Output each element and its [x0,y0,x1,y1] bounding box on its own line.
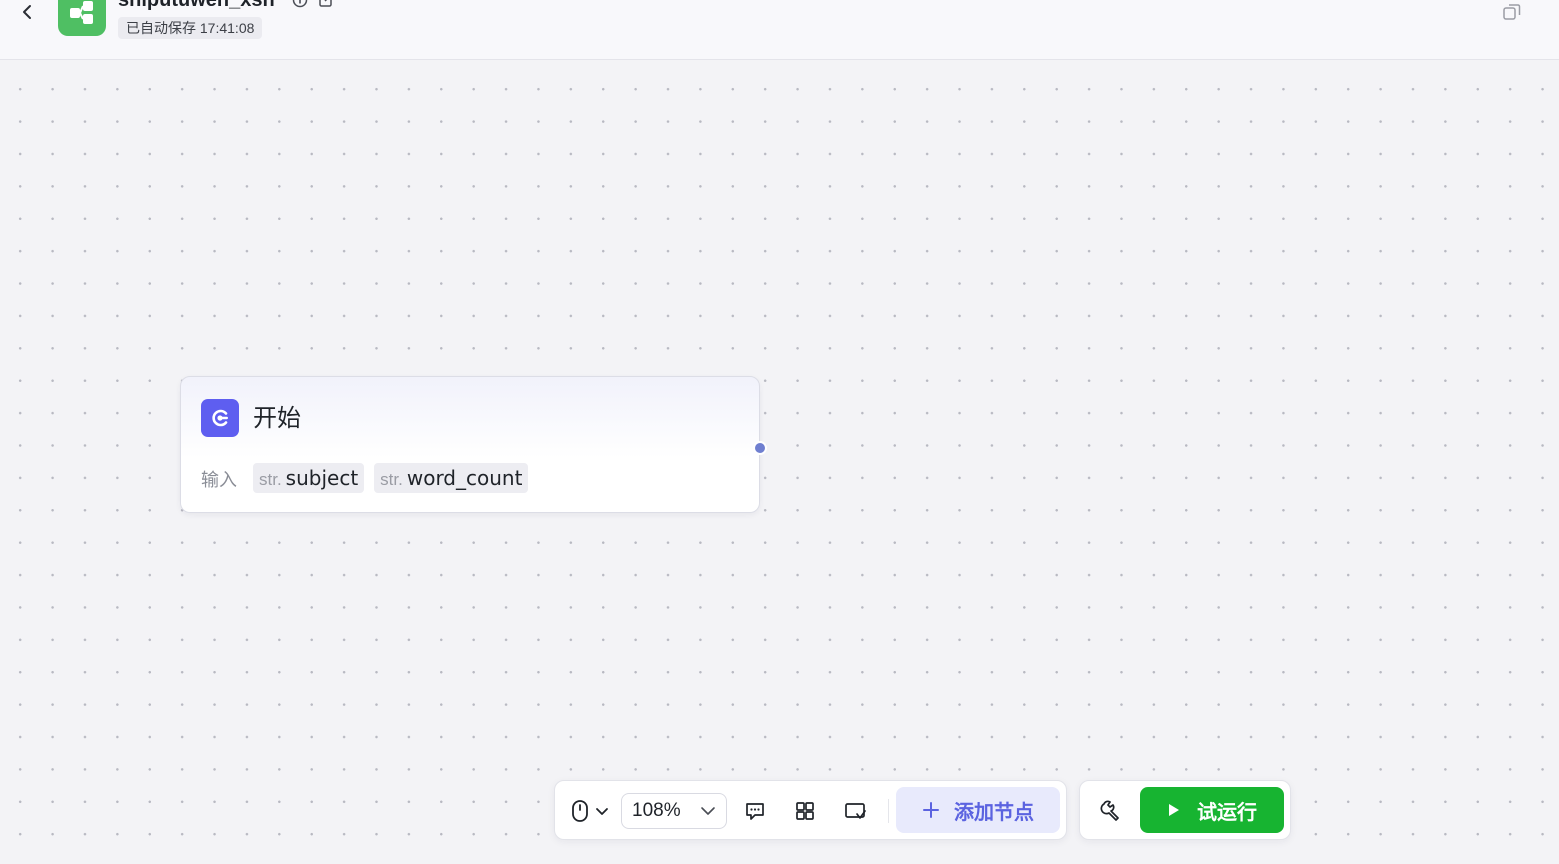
param-type: str. [259,470,282,489]
param-tag-word-count: str. word_count [374,463,529,493]
debug-tools-button[interactable] [1098,797,1124,823]
plus-icon [923,802,939,818]
minimap-icon [845,803,866,819]
node-title: 开始 [253,404,301,432]
param-name: subject [285,466,359,490]
toolbar-divider [888,799,889,823]
node-output-port[interactable] [753,441,767,455]
header: shiputuwen_xsh 已自动保存 17:41:08 [0,0,1559,60]
test-run-button[interactable]: 试运行 [1140,787,1284,833]
param-name: word_count [406,466,523,490]
window-icon [1503,4,1521,20]
comment-icon [746,803,764,820]
test-run-label: 试运行 [1197,799,1257,824]
interaction-mode-button[interactable] [567,795,613,827]
window-toggle-button[interactable] [1502,2,1522,22]
app-title: shiputuwen_xsh [118,0,275,11]
edit-button[interactable] [318,0,334,8]
play-icon [1169,804,1179,816]
info-icon [292,0,308,8]
back-chevron-icon [23,5,31,19]
node-input-label: 输入 [201,470,237,491]
app-logo-icon [70,1,93,24]
param-list: str. subject str. word_count [253,463,529,493]
run-toolbar: 试运行 [1079,780,1291,840]
wrench-icon [1100,800,1119,821]
add-node-button[interactable]: 添加节点 [896,787,1060,833]
back-button[interactable] [14,0,42,24]
auto-layout-button[interactable] [789,795,821,827]
edit-icon [319,0,332,7]
zoom-select[interactable]: 108% [621,793,727,829]
zoom-value: 108% [632,800,681,821]
workflow-editor: shiputuwen_xsh 已自动保存 17:41:08 开始 输入 str.… [0,0,1559,864]
layout-grid-icon [796,802,814,820]
add-node-label: 添加节点 [954,799,1034,824]
start-node-icon-box [201,399,239,437]
start-node-icon [212,409,228,427]
title-actions [292,0,334,8]
chevron-down-icon [596,808,608,815]
param-type: str. [380,470,403,489]
app-logo [58,0,106,36]
mouse-icon [572,800,588,822]
comment-button[interactable] [739,795,771,827]
info-button[interactable] [292,0,308,8]
param-tag-subject: str. subject [253,463,365,493]
canvas-toolbar: 108% 添加节点 [554,780,1067,840]
minimap-button[interactable] [839,795,873,827]
chevron-down-icon [701,807,715,815]
autosave-status: 已自动保存 17:41:08 [118,17,263,39]
start-node[interactable]: 开始 输入 str. subject str. word_count [180,376,767,513]
